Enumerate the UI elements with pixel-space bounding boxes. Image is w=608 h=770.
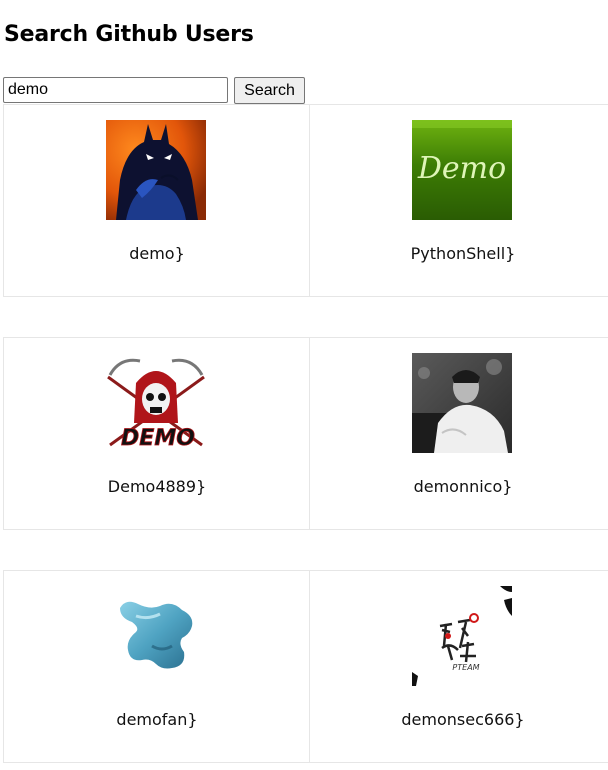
results-row: DEMO Demo4889} demonnico} [3, 337, 608, 530]
user-card[interactable]: DEMO Demo4889} [3, 337, 310, 530]
batman-avatar-icon [106, 120, 206, 220]
username-label: demofan} [116, 710, 198, 729]
skull-demo-avatar-icon: DEMO [106, 353, 206, 453]
svg-text:DEMO: DEMO [121, 426, 195, 451]
results-row: demofan} PTEAM demonsec666} [3, 570, 608, 763]
search-input[interactable] [3, 77, 228, 103]
username-label: demonnico} [413, 477, 513, 496]
page-title: Search Github Users [4, 22, 254, 47]
user-card[interactable]: demo} [3, 104, 310, 297]
user-avatar: DEMO [106, 353, 206, 453]
blue-shape-avatar-icon [106, 586, 206, 686]
user-card[interactable]: Demo PythonShell} [310, 104, 608, 297]
user-avatar [412, 353, 512, 453]
results-row: demo} Demo PythonShell} [3, 104, 608, 297]
user-card[interactable]: demonnico} [310, 337, 608, 530]
user-card[interactable]: demofan} [3, 570, 310, 763]
username-label: Demo4889} [107, 477, 207, 496]
svg-text:PTEAM: PTEAM [452, 663, 479, 672]
username-label: PythonShell} [410, 244, 516, 263]
user-avatar [106, 586, 206, 686]
green-demo-avatar-icon: Demo [412, 120, 512, 220]
username-label: demo} [129, 244, 185, 263]
search-button[interactable]: Search [234, 77, 305, 104]
user-avatar [106, 120, 206, 220]
user-avatar: Demo [412, 120, 512, 220]
svg-text:Demo: Demo [417, 151, 506, 186]
app-root: Search Github Users Search [0, 0, 608, 770]
user-avatar: PTEAM [412, 586, 512, 686]
user-card[interactable]: PTEAM demonsec666} [310, 570, 608, 763]
username-label: demonsec666} [401, 710, 525, 729]
calligraphy-avatar-icon: PTEAM [412, 586, 512, 686]
photo-avatar-icon [412, 353, 512, 453]
